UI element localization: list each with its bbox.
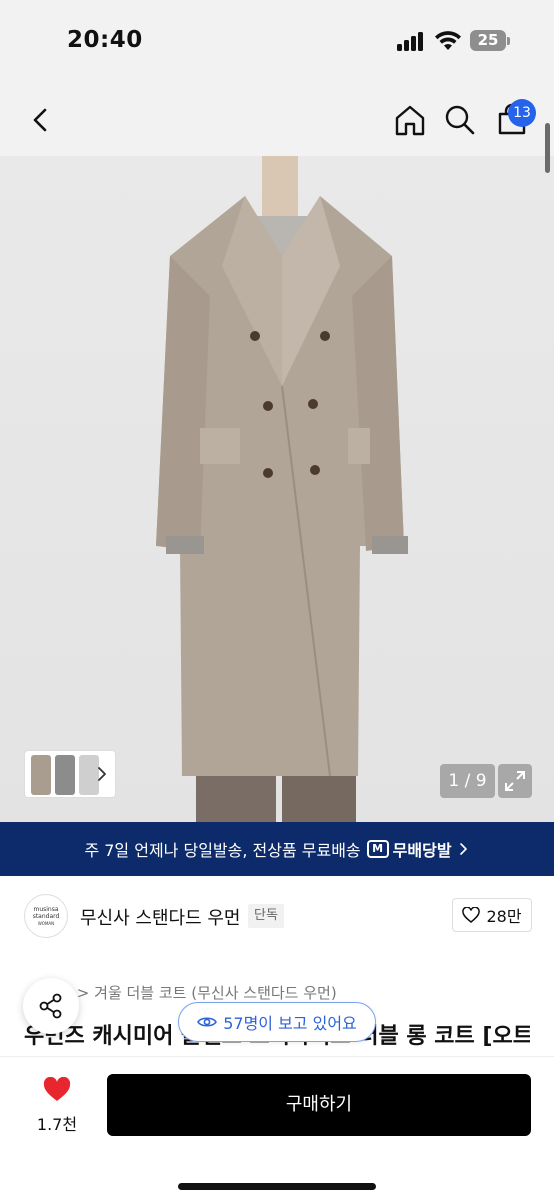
free-delivery-label: 무배당발 [392,841,452,860]
search-icon[interactable] [442,102,478,138]
exclusive-badge: 단독 [248,904,284,928]
breadcrumb-separator: > [76,984,90,1002]
heart-outline-icon [462,907,481,923]
chevron-right-icon [459,843,467,855]
brand-logo-line1: musinsa [33,905,59,913]
delivery-banner[interactable]: 주 7일 언제나 당일발송, 전상품 무료배송 M 무배당발 [0,822,554,876]
status-bar: 20:40 25 [0,0,554,84]
home-indicator[interactable] [178,1183,376,1190]
brand-logo-line2: standard [32,912,60,920]
free-delivery-badge: M 무배당발 [366,837,452,861]
thumbnail-1[interactable] [31,755,51,795]
thumbnail-2[interactable] [55,755,75,795]
expand-image-button[interactable] [498,764,532,798]
back-chevron-icon[interactable] [22,102,58,138]
brand-like-count: 28만 [486,907,522,926]
expand-icon [505,771,525,791]
thumbnail-strip[interactable] [24,750,116,798]
status-time: 20:40 [67,27,143,53]
cellular-signal-icon [397,31,425,51]
battery-indicator: 25 [470,30,506,51]
brand-like-button[interactable]: 28만 [452,898,532,932]
buy-button[interactable]: 구매하기 [107,1074,531,1136]
share-icon [39,993,62,1019]
home-icon[interactable] [392,102,428,138]
scrollbar[interactable] [545,123,550,173]
image-page-counter: 1 / 9 [440,764,495,798]
brand-row: musinsa standard WOMAN 무신사 스탠다드 우먼 단독 28… [0,876,554,956]
brand-name[interactable]: 무신사 스탠다드 우먼 [80,904,240,930]
viewers-pill: 57명이 보고 있어요 [178,1002,376,1042]
brand-logo[interactable]: musinsa standard WOMAN [24,894,68,938]
musinsa-delivery-logo: M [366,840,389,858]
viewers-text: 57명이 보고 있어요 [223,1014,357,1033]
wishlist-count: 1.7천 [36,1115,78,1134]
brand-logo-line3: WOMAN [37,920,55,926]
product-image[interactable] [0,156,554,822]
cart-count-badge: 13 [508,99,536,127]
breadcrumb-category[interactable]: 겨울 더블 코트 (무신사 스탠다드 우먼) [94,984,337,1002]
coat-photo [156,156,408,822]
chevron-right-icon[interactable] [95,764,109,784]
battery-tip [507,37,510,45]
share-button[interactable] [23,978,79,1034]
bottom-action-bar: 1.7천 구매하기 [0,1056,554,1200]
heart-filled-icon [43,1076,71,1101]
delivery-banner-text: 주 7일 언제나 당일발송, 전상품 무료배송 [84,841,361,860]
top-nav [0,84,554,156]
wishlist-button[interactable]: 1.7천 [30,1076,84,1137]
eye-icon [197,1017,218,1027]
wifi-icon [435,31,461,50]
